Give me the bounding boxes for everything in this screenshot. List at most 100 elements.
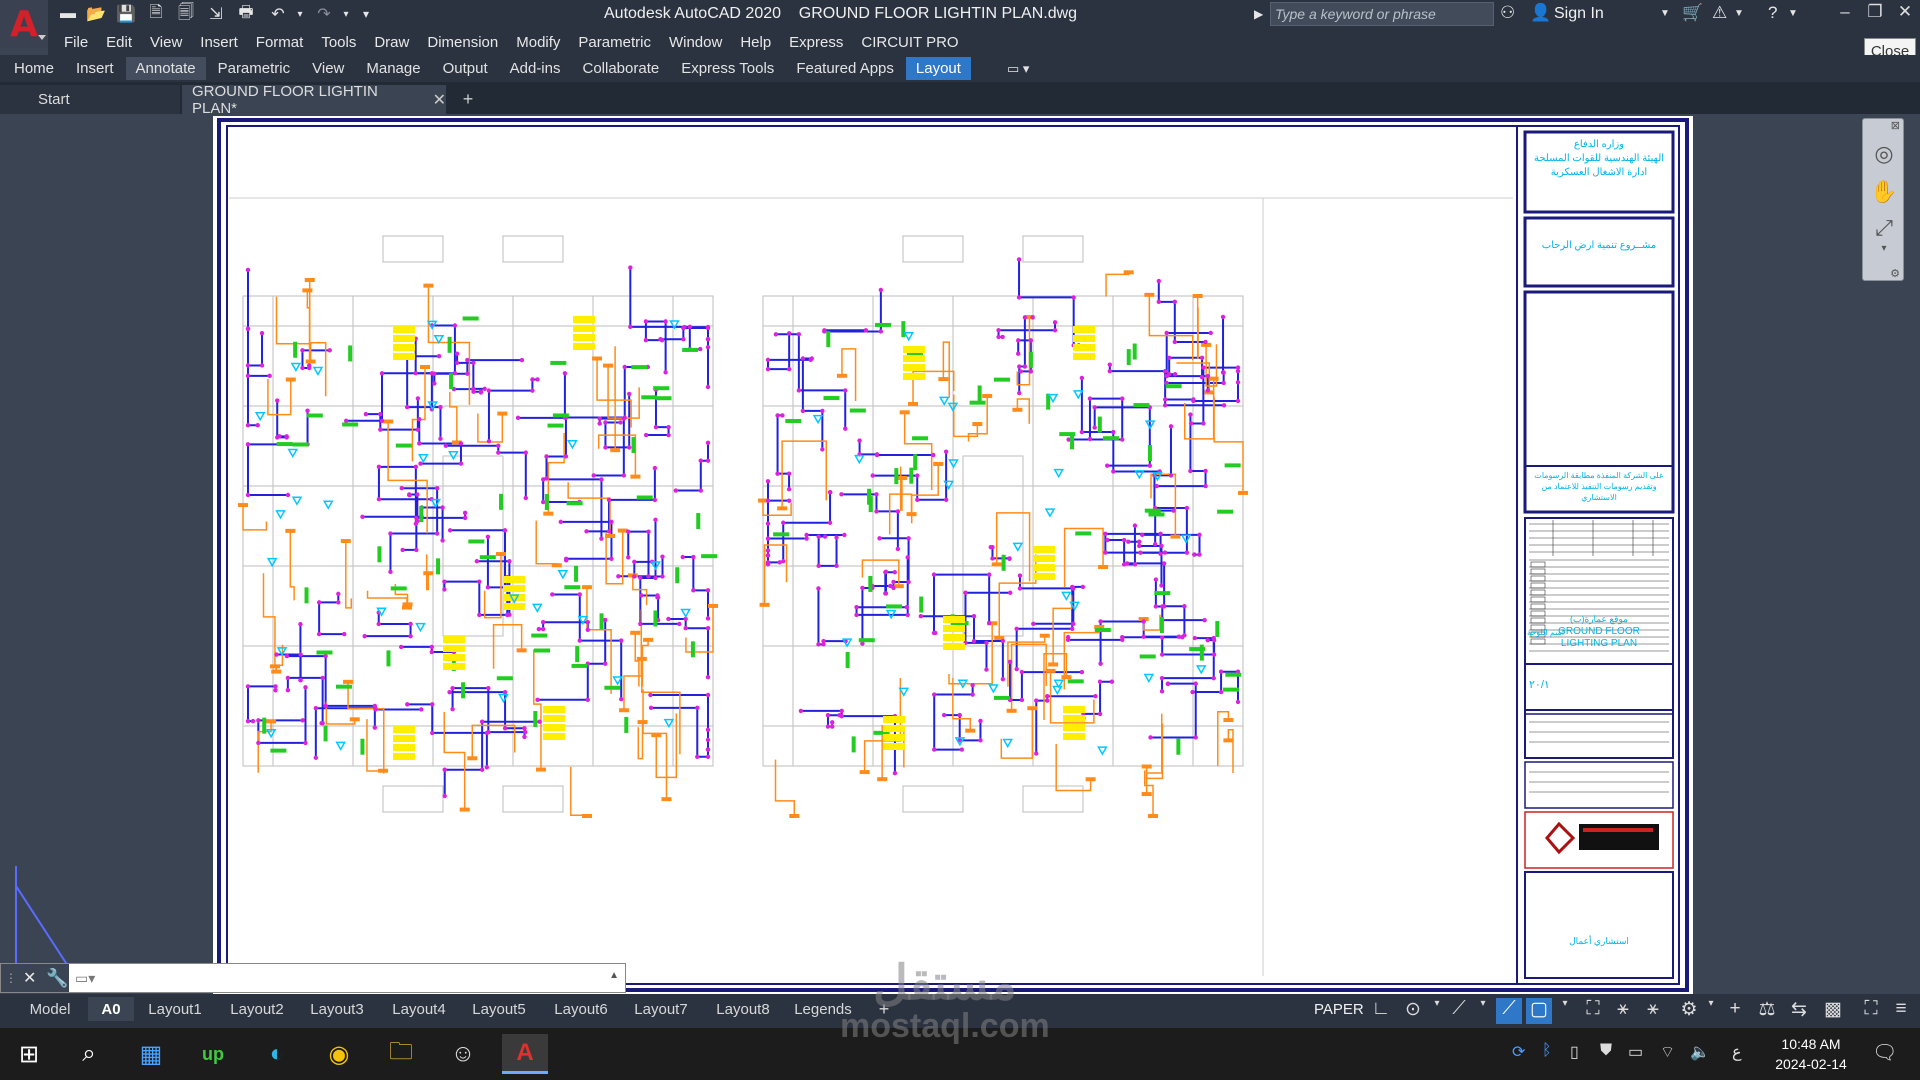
menu-edit[interactable]: Edit (106, 34, 132, 51)
annotation-monitor-icon[interactable]: + (1722, 998, 1748, 1024)
tab-output[interactable]: Output (433, 57, 498, 80)
menu-express[interactable]: Express (789, 34, 843, 51)
search-input[interactable] (1271, 3, 1493, 25)
open-icon[interactable]: 📂 (86, 4, 106, 24)
tab-layout[interactable]: Layout (905, 57, 971, 80)
save-as-icon[interactable]: 🗎 (146, 4, 166, 24)
publish-icon[interactable]: 🗐 (176, 4, 196, 24)
snap-icon[interactable]: ∟ (1368, 998, 1394, 1024)
layout-tab-layout6[interactable]: Layout6 (548, 997, 614, 1021)
tab-collaborate[interactable]: Collaborate (572, 57, 669, 80)
chevron-down-icon[interactable]: ▾ (1552, 998, 1578, 1024)
close-icon[interactable]: ✕ (1890, 2, 1920, 26)
tab-add-ins[interactable]: Add-ins (500, 57, 571, 80)
file-explorer-icon[interactable]: 🗀 (378, 1034, 424, 1074)
layout-tab-layout5[interactable]: Layout5 (466, 997, 532, 1021)
chevron-down-icon[interactable]: ▼ (1734, 8, 1744, 19)
search-box[interactable] (1270, 2, 1494, 26)
chevron-down-icon[interactable]: ▾ (1470, 998, 1496, 1024)
app-icon[interactable]: ☺ (440, 1034, 486, 1074)
cart-icon[interactable]: 🛒 (1682, 3, 1703, 23)
menu-format[interactable]: Format (256, 34, 304, 51)
menu-insert[interactable]: Insert (200, 34, 238, 51)
chevron-up-icon[interactable]: ▲ (609, 970, 619, 981)
undo-dropdown-icon[interactable]: ▾ (290, 4, 310, 24)
search-icon[interactable]: ⌕ (66, 1034, 112, 1074)
usb-icon[interactable]: ▯ (1570, 1042, 1579, 1062)
units-icon[interactable]: ⚖ (1754, 998, 1780, 1024)
minimize-icon[interactable]: – (1830, 2, 1860, 26)
chevron-down-icon[interactable]: ▼ (1660, 8, 1670, 19)
menu-modify[interactable]: Modify (516, 34, 560, 51)
file-tab-start[interactable]: Start (0, 85, 180, 114)
battery-icon[interactable]: ▭ (1628, 1042, 1643, 1062)
zoom-extents-icon[interactable]: ⤢ (1869, 215, 1899, 245)
tab-insert[interactable]: Insert (66, 57, 124, 80)
bluetooth-icon[interactable]: ᛒ (1542, 1042, 1552, 1060)
close-icon[interactable]: ✕ (23, 968, 36, 988)
layout-tab-model[interactable]: Model (22, 997, 78, 1021)
layout-tab-layout3[interactable]: Layout3 (304, 997, 370, 1021)
notifications-icon[interactable]: 🗨 (1872, 1040, 1897, 1065)
autocad-icon[interactable]: A (502, 1034, 548, 1074)
sign-in-link[interactable]: Sign In (1554, 5, 1604, 23)
command-input[interactable] (101, 967, 601, 989)
menu-dimension[interactable]: Dimension (427, 34, 498, 51)
application-menu-button[interactable]: A (0, 0, 48, 48)
layout-tab-layout1[interactable]: Layout1 (142, 997, 208, 1021)
ribbon-minimize-icon[interactable]: ▭ ▾ (997, 58, 1039, 80)
menu-window[interactable]: Window (669, 34, 722, 51)
grip-icon[interactable]: ⋮ (5, 971, 17, 985)
tab-home[interactable]: Home (4, 57, 64, 80)
osnap-tracking-icon[interactable]: ⟋ (1446, 998, 1472, 1024)
layout-tab-layout8[interactable]: Layout8 (710, 997, 776, 1021)
help-icon[interactable]: ? (1768, 3, 1777, 23)
customization-icon[interactable]: ≡ (1888, 998, 1914, 1024)
volume-icon[interactable]: 🔈 (1690, 1042, 1710, 1062)
menu-tools[interactable]: Tools (321, 34, 356, 51)
menu-help[interactable]: Help (740, 34, 771, 51)
auto-scale-icon[interactable]: ⚹ (1640, 998, 1666, 1024)
fullscreen-icon[interactable]: ⛶ (1858, 998, 1884, 1024)
binoculars-icon[interactable]: ⚇ (1500, 3, 1515, 23)
caret-right-icon[interactable]: ▶ (1254, 7, 1263, 21)
annotation-scale-icon[interactable]: ⛶ (1580, 998, 1606, 1024)
tab-featured-apps[interactable]: Featured Apps (786, 57, 904, 80)
plot-icon[interactable]: 🖶 (236, 4, 256, 24)
layout-tab-layout7[interactable]: Layout7 (628, 997, 694, 1021)
tab-manage[interactable]: Manage (356, 57, 430, 80)
menu-parametric[interactable]: Parametric (578, 34, 651, 51)
layout-tab-a0[interactable]: A0 (88, 997, 134, 1021)
start-icon[interactable]: ⊞ (6, 1034, 52, 1074)
wifi-icon[interactable]: ⌔ (1660, 1042, 1675, 1062)
menu-draw[interactable]: Draw (374, 34, 409, 51)
redo-dropdown-icon[interactable]: ▾ (336, 4, 356, 24)
chrome-icon[interactable]: ◉ (316, 1034, 362, 1074)
a360-icon[interactable]: ⚠ (1712, 3, 1727, 23)
edge-icon[interactable]: ◐ (254, 1034, 300, 1074)
tab-view[interactable]: View (302, 57, 354, 80)
paper-space-toggle[interactable]: PAPER (1314, 1001, 1364, 1018)
calculator-icon[interactable]: ▦ (128, 1034, 174, 1074)
steering-wheel-icon[interactable]: ◎ (1869, 141, 1899, 171)
undo-icon[interactable]: ↶ (268, 4, 288, 24)
chevron-down-icon[interactable]: ▼ (1788, 8, 1798, 19)
system-clock[interactable]: 10:48 AM 2024-02-14 (1766, 1034, 1856, 1074)
upwork-icon[interactable]: up (190, 1034, 236, 1074)
selection-cycling-icon[interactable]: ▢ (1526, 998, 1552, 1024)
chevron-down-icon[interactable]: ▾ (1698, 998, 1724, 1024)
close-icon[interactable]: ✕ (433, 90, 446, 110)
new-tab-button[interactable]: + (456, 85, 480, 114)
sync-icon[interactable]: ⟳ (1512, 1042, 1525, 1062)
tab-annotate[interactable]: Annotate (125, 57, 206, 80)
tab-parametric[interactable]: Parametric (208, 57, 301, 80)
user-icon[interactable]: 👤 (1530, 3, 1551, 23)
redo-icon[interactable]: ↷ (314, 4, 334, 24)
lineweight-icon[interactable]: ⟋ (1496, 998, 1522, 1024)
new-icon[interactable]: ▬ (58, 4, 78, 24)
recent-commands-icon[interactable]: ▭▾ (75, 970, 95, 987)
pan-icon[interactable]: ✋ (1869, 179, 1899, 209)
menu-view[interactable]: View (150, 34, 182, 51)
settings-icon[interactable]: ⚙ (1890, 267, 1900, 280)
input-language[interactable]: ع (1732, 1042, 1742, 1062)
